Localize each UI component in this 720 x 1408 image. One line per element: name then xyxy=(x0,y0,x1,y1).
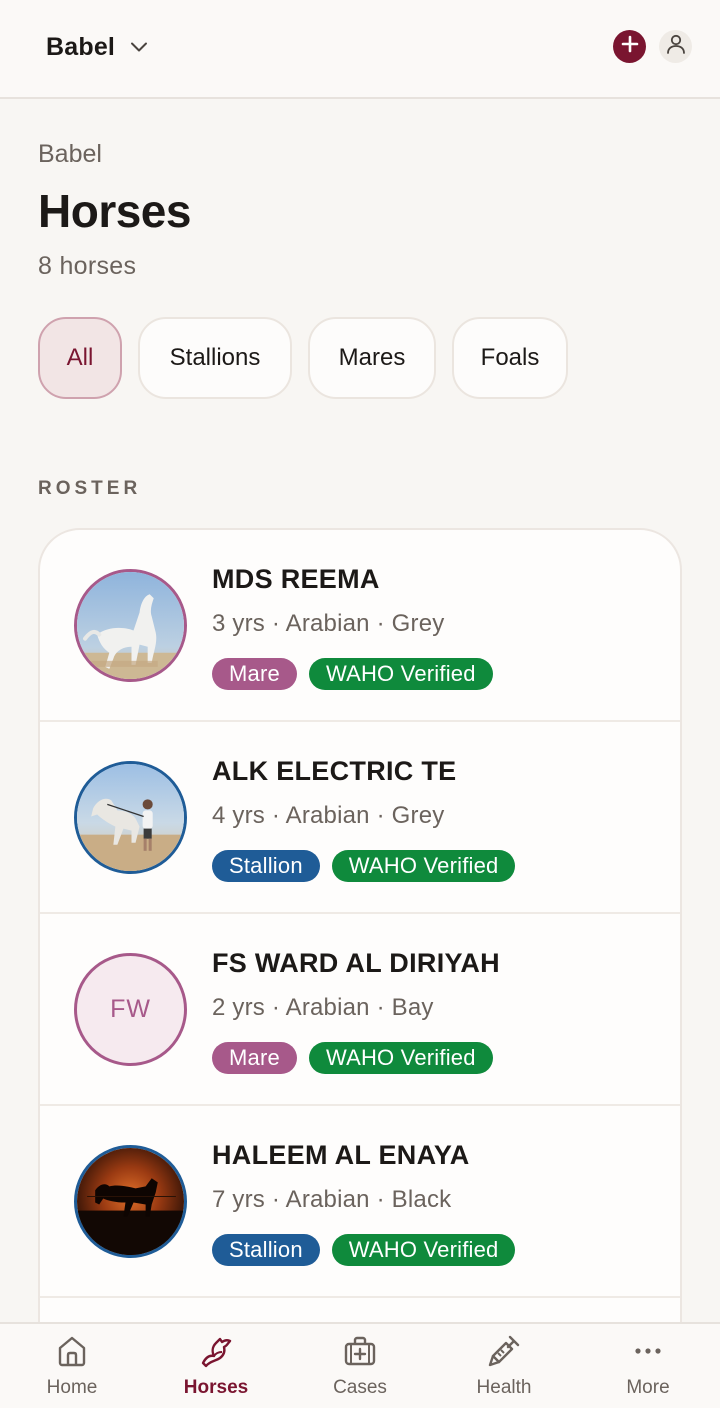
sex-badge: Mare xyxy=(212,658,297,690)
home-icon xyxy=(54,1333,90,1369)
horse-name: ALK ELECTRIC TE xyxy=(212,756,457,786)
verified-badge: WAHO Verified xyxy=(331,850,516,882)
horse-avatar xyxy=(74,569,187,682)
grey-mare-photo xyxy=(77,572,184,679)
horse-tags: Stallion WAHO Verified xyxy=(212,850,516,882)
nav-home[interactable]: Home xyxy=(0,1324,144,1408)
nav-label: More xyxy=(626,1377,670,1398)
filter-chips: All Stallions Mares Foals xyxy=(38,317,568,399)
horse-tags: Mare WAHO Verified xyxy=(212,1042,493,1074)
sex-badge: Mare xyxy=(212,1042,297,1074)
horse-name: FS WARD AL DIRIYAH xyxy=(212,948,500,978)
nav-label: Home xyxy=(46,1377,98,1398)
horse-avatar xyxy=(74,761,187,874)
verified-badge: WAHO Verified xyxy=(331,1234,516,1266)
horse-tags: Mare WAHO Verified xyxy=(212,658,493,690)
horse-details: 3 yrs · Arabian · Grey xyxy=(212,610,445,637)
chevron-down-icon xyxy=(129,37,149,57)
bottom-nav: Home Horses Cases Health More xyxy=(0,1322,720,1408)
horse-details: 7 yrs · Arabian · Black xyxy=(212,1186,452,1213)
verified-badge: WAHO Verified xyxy=(308,658,493,690)
nav-more[interactable]: More xyxy=(576,1324,720,1408)
nav-cases[interactable]: Cases xyxy=(288,1324,432,1408)
horse-name: MDS REEMA xyxy=(212,564,380,594)
page-title: Horses xyxy=(38,185,191,237)
horse-tags: Stallion WAHO Verified xyxy=(212,1234,516,1266)
nav-label: Health xyxy=(476,1377,532,1398)
filter-chip-foals[interactable]: Foals xyxy=(452,317,568,399)
horse-row[interactable]: MDS REEMA 3 yrs · Arabian · Grey Mare WA… xyxy=(40,530,680,722)
nav-label: Cases xyxy=(333,1377,387,1398)
horse-icon xyxy=(198,1333,234,1369)
sunset-silhouette-photo xyxy=(77,1148,184,1255)
stallion-handler-photo xyxy=(77,764,184,871)
horse-name: HALEEM AL ENAYA xyxy=(212,1140,470,1170)
horse-row[interactable]: HALEEM AL ENAYA 7 yrs · Arabian · Black … xyxy=(40,1106,680,1298)
user-icon xyxy=(664,32,688,61)
roster-card: MDS REEMA 3 yrs · Arabian · Grey Mare WA… xyxy=(38,528,682,1348)
horse-row[interactable]: ALK ELECTRIC TE 4 yrs · Arabian · Grey S… xyxy=(40,722,680,914)
add-horse-button[interactable] xyxy=(613,30,646,63)
verified-badge: WAHO Verified xyxy=(308,1042,493,1074)
sex-badge: Stallion xyxy=(212,850,320,882)
medical-case-icon xyxy=(342,1333,378,1369)
nav-label: Horses xyxy=(183,1377,249,1398)
plus-icon xyxy=(620,34,640,59)
horse-avatar-initials: FW xyxy=(74,953,187,1066)
top-bar: Babel xyxy=(0,0,720,99)
profile-button[interactable] xyxy=(659,30,692,63)
horse-avatar xyxy=(74,1145,187,1258)
nav-health[interactable]: Health xyxy=(432,1324,576,1408)
nav-horses[interactable]: Horses xyxy=(144,1324,288,1408)
more-dots-icon xyxy=(630,1333,666,1369)
horse-row[interactable]: FW FS WARD AL DIRIYAH 2 yrs · Arabian · … xyxy=(40,914,680,1106)
horse-details: 4 yrs · Arabian · Grey xyxy=(212,802,445,829)
filter-chip-stallions[interactable]: Stallions xyxy=(138,317,292,399)
org-switcher[interactable]: Babel xyxy=(46,30,149,64)
org-name: Babel xyxy=(46,32,116,61)
filter-chip-mares[interactable]: Mares xyxy=(308,317,436,399)
sex-badge: Stallion xyxy=(212,1234,320,1266)
syringe-icon xyxy=(486,1333,522,1369)
horse-details: 2 yrs · Arabian · Bay xyxy=(212,994,434,1021)
section-label: ROSTER xyxy=(38,478,142,499)
breadcrumb[interactable]: Babel xyxy=(38,140,102,169)
horse-count: 8 horses xyxy=(38,252,137,280)
filter-chip-all[interactable]: All xyxy=(38,317,122,399)
